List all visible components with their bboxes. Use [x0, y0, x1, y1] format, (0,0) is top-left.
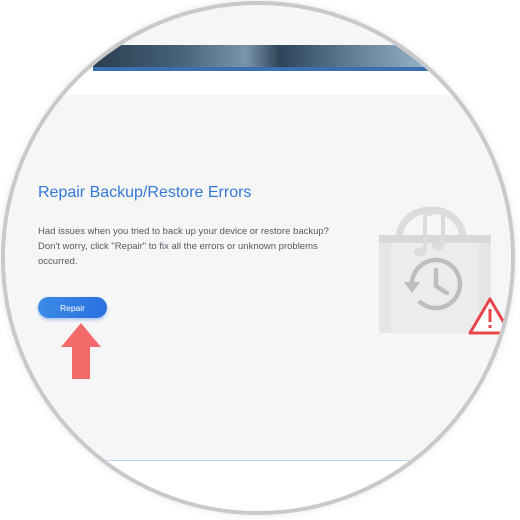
previous-card — [5, 71, 511, 96]
section-title: Repair Backup/Restore Errors — [38, 184, 252, 201]
section-description: Had issues when you tried to back up you… — [38, 226, 329, 267]
repair-button[interactable]: Repair — [38, 297, 107, 318]
music-bag-restore-icon — [379, 206, 511, 335]
red-up-arrow-icon — [61, 323, 101, 379]
next-card — [5, 460, 511, 511]
magnified-view: Repair Backup/Restore Errors Had issues … — [5, 5, 511, 511]
previous-card-image — [93, 45, 433, 71]
